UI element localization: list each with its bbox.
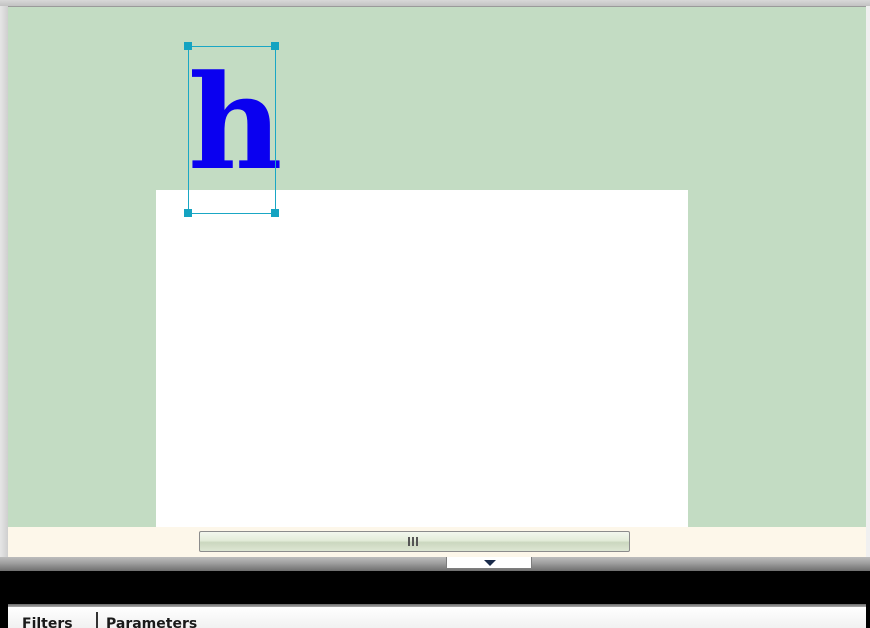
resize-handle-top-left[interactable] — [184, 42, 192, 50]
editor-window: h Filters Parameters — [0, 0, 870, 628]
selection-bounding-box — [188, 46, 276, 214]
collapse-panel-button[interactable] — [446, 557, 532, 569]
window-left-border — [0, 6, 8, 628]
resize-handle-top-right[interactable] — [271, 42, 279, 50]
text-object[interactable]: h — [184, 42, 283, 217]
artboard[interactable] — [156, 190, 688, 527]
tab-parameters[interactable]: Parameters — [106, 615, 197, 628]
panel-tab-bar: Filters Parameters — [8, 607, 866, 628]
tab-divider — [96, 612, 98, 628]
scrollbar-thumb[interactable] — [199, 531, 630, 552]
design-canvas[interactable]: h — [8, 7, 866, 527]
grip-lines-icon — [406, 537, 422, 547]
resize-handle-bottom-right[interactable] — [271, 209, 279, 217]
bottom-panel: Filters Parameters — [0, 571, 870, 628]
horizontal-scrollbar[interactable] — [8, 527, 866, 557]
triangle-down-icon — [484, 560, 496, 566]
window-top-border — [0, 0, 870, 7]
panel-splitter[interactable] — [0, 557, 870, 571]
window-right-border — [866, 6, 870, 628]
tab-filters[interactable]: Filters — [22, 615, 73, 628]
resize-handle-bottom-left[interactable] — [184, 209, 192, 217]
